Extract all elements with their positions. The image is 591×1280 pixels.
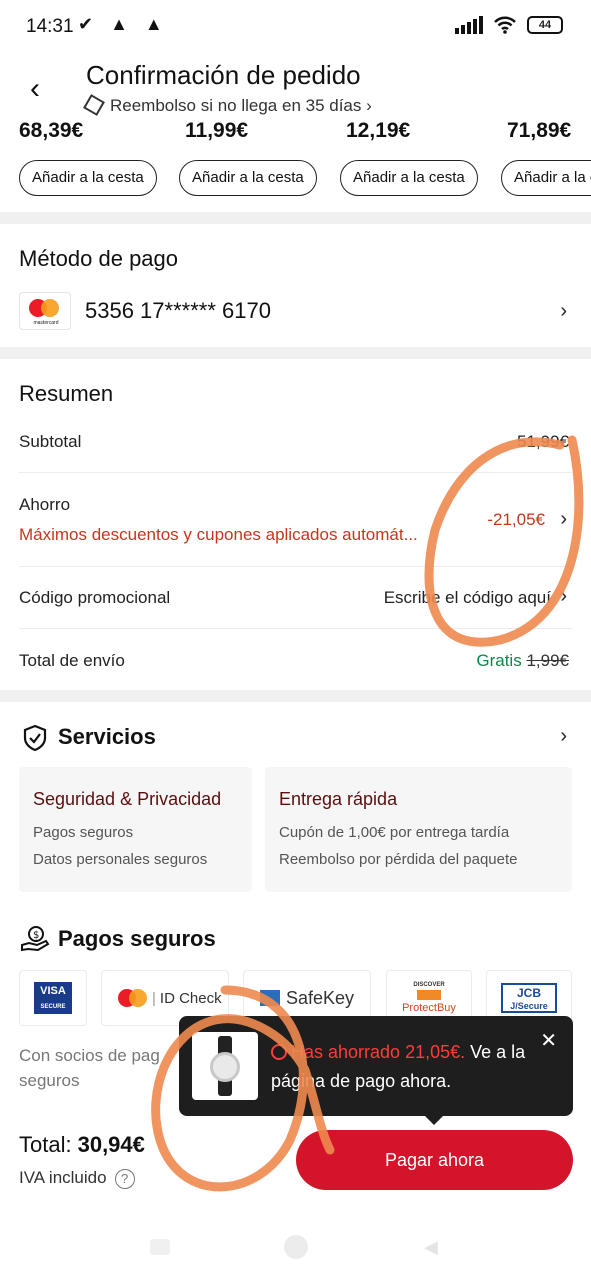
row-divider [19, 472, 572, 473]
shield-cube-icon [83, 94, 105, 116]
nav-back-icon[interactable]: ◀ [424, 1237, 438, 1258]
product-price: 12,19€ [346, 122, 411, 142]
close-icon[interactable]: ✕ [540, 1028, 557, 1053]
shield-check-icon [23, 724, 47, 752]
visa-secure-logo: VISA SECURE [19, 970, 87, 1026]
refund-text: Reembolso si no llega en 35 días › [110, 96, 372, 115]
summary-title: Resumen [19, 381, 114, 406]
chevron-right-icon[interactable]: › [560, 725, 567, 748]
clock-icon [271, 1044, 287, 1060]
refund-link[interactable]: Reembolso si no llega en 35 días › [83, 94, 372, 116]
status-bar: 14:31 ✔ ▲ ▲ 44 [0, 0, 591, 52]
jsecure-text: J/Secure [510, 1001, 548, 1011]
svg-text:$: $ [33, 930, 39, 941]
section-divider [0, 212, 591, 224]
service-box-security[interactable]: Seguridad & Privacidad Pagos seguros Dat… [19, 767, 252, 892]
product-card: 11,99€ Añadir a la cesta [179, 122, 317, 196]
secure-payments-title: Pagos seguros [58, 926, 216, 951]
system-nav-bar: ◀ [0, 1225, 591, 1280]
status-right: 44 [455, 16, 563, 34]
promo-code-input[interactable]: Escribe el código aquí [384, 588, 551, 608]
service-item: Datos personales seguros [33, 851, 208, 868]
watch-product-image [192, 1032, 258, 1100]
back-arrow-icon[interactable]: ‹ [30, 72, 40, 106]
savings-note: Máximos descuentos y cupones aplicados a… [19, 525, 418, 544]
savings-label: Ahorro [19, 495, 71, 514]
order-total: Total: 30,94€ [19, 1132, 145, 1158]
chevron-right-icon[interactable]: › [560, 585, 567, 608]
visa-secure-text: SECURE [40, 1004, 66, 1010]
section-divider [0, 347, 591, 359]
card-brand-label: mastercard [33, 320, 59, 326]
services-title: Servicios [58, 724, 156, 749]
subtotal-value: 51,99€ [517, 432, 569, 451]
protectbuy-text: ProtectBuy [402, 1002, 456, 1014]
signal-icon [455, 16, 483, 34]
toast-pointer [425, 1116, 443, 1125]
secure-payment-hand-icon: $ [21, 926, 50, 952]
wifi-icon [494, 16, 516, 34]
service-item: Pagos seguros [33, 824, 134, 841]
service-title: Seguridad & Privacidad [33, 789, 222, 809]
service-box-delivery[interactable]: Entrega rápida Cupón de 1,00€ por entreg… [265, 767, 572, 892]
product-strip: 68,39€ Añadir a la cesta 11,99€ Añadir a… [0, 122, 591, 212]
row-divider [19, 628, 572, 629]
product-price: 11,99€ [185, 122, 249, 142]
shipping-value: Gratis 1,99€ [476, 651, 569, 671]
notification-icons: ✔ ▲ ▲ [78, 14, 169, 34]
nav-menu-icon[interactable] [150, 1239, 170, 1255]
page-header: ‹ Confirmación de pedido Reembolso si no… [0, 52, 591, 122]
nav-home-icon[interactable] [284, 1235, 308, 1259]
service-item: Reembolso por pérdida del paquete [279, 851, 518, 868]
shipping-old-price: 1,99€ [526, 651, 569, 670]
battery-icon: 44 [527, 16, 563, 34]
help-icon[interactable]: ? [114, 1169, 135, 1189]
shipping-label: Total de envío [19, 651, 125, 670]
jcb-text: JCB [516, 986, 541, 1000]
product-price: 68,39€ [19, 122, 84, 142]
product-price: 71,89€ [507, 122, 572, 142]
add-to-cart-button[interactable]: Añadir a la cesta [179, 160, 317, 196]
total-label: Total: [19, 1132, 72, 1157]
chevron-right-icon[interactable]: › [560, 508, 567, 531]
service-title: Entrega rápida [279, 789, 398, 809]
row-divider [19, 566, 572, 567]
add-to-cart-button[interactable]: Añadir a la cesta [340, 160, 478, 196]
partners-text-2: seguros [19, 1071, 80, 1090]
discover-text: DISCOVER [413, 982, 445, 988]
status-time: 14:31 [26, 16, 74, 37]
toast-highlight: Has ahorrado 21,05€. [291, 1042, 466, 1062]
vat-info: IVA incluido? [19, 1168, 135, 1189]
safekey-text: SafeKey [285, 987, 355, 1008]
service-item: Cupón de 1,00€ por entrega tardía [279, 824, 510, 841]
chevron-right-icon[interactable]: › [560, 300, 567, 323]
card-number[interactable]: 5356 17****** 6170 [85, 298, 271, 324]
partners-text: Con socios de pag [19, 1046, 160, 1065]
mastercard-icon: mastercard [19, 292, 71, 330]
page-title: Confirmación de pedido [86, 60, 361, 90]
product-card: 12,19€ Añadir a la cesta [340, 122, 478, 196]
shipping-free: Gratis [476, 651, 522, 670]
savings-toast[interactable]: Has ahorrado 21,05€. Ve a la página de p… [179, 1016, 573, 1125]
checkout-bar: Total: 30,94€ IVA incluido? Pagar ahora [0, 1108, 591, 1218]
payment-method-title: Método de pago [19, 246, 179, 271]
toast-message: Has ahorrado 21,05€. Ve a la página de p… [271, 1038, 531, 1096]
product-card: 68,39€ Añadir a la cesta [19, 122, 157, 196]
subtotal-label: Subtotal [19, 432, 82, 451]
product-card: 71,89€ Añadir a la cesta [501, 122, 591, 196]
total-value: 30,94€ [77, 1132, 145, 1157]
section-divider [0, 690, 591, 702]
vat-label: IVA incluido [19, 1168, 107, 1187]
add-to-cart-button[interactable]: Añadir a la cesta [501, 160, 591, 196]
savings-value[interactable]: -21,05€ [487, 510, 545, 530]
idcheck-text: ID Check [159, 989, 222, 1007]
visa-text: VISA [40, 985, 66, 997]
promo-code-label: Código promocional [19, 588, 171, 607]
add-to-cart-button[interactable]: Añadir a la cesta [19, 160, 157, 196]
pay-now-button[interactable]: Pagar ahora [296, 1130, 573, 1190]
